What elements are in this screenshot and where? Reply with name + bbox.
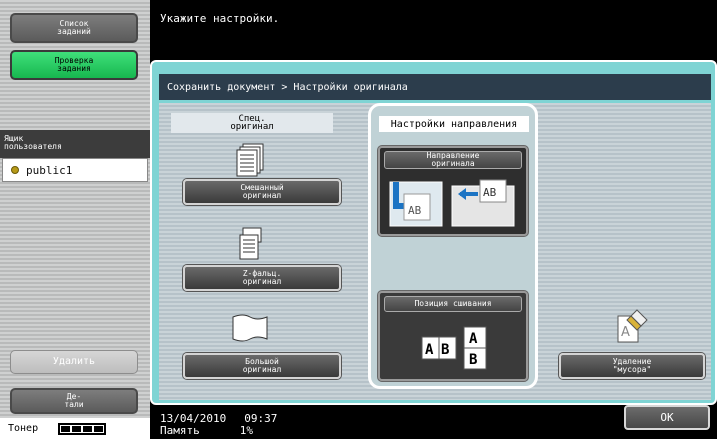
direction-settings-group: Настройки направления Направление оригин… [368, 103, 538, 389]
special-original-heading: Спец. оригинал [171, 113, 333, 133]
svg-text:A: A [425, 342, 434, 358]
toner-label: Тонер [8, 423, 39, 434]
memory-label: Память [160, 424, 200, 437]
mailbox-item-label: public1 [26, 163, 73, 177]
svg-text:B: B [441, 342, 449, 358]
toner-level-bar [58, 422, 107, 435]
left-sidebar: Список заданий Проверка задания Ящик пол… [0, 0, 150, 439]
binding-position-label: Позиция сшивания [384, 296, 522, 312]
original-orientation-label: Направление оригинала [384, 151, 522, 169]
binding-position-button[interactable]: Позиция сшивания A B A B [378, 291, 528, 381]
binding-position-icon: A B A B [421, 326, 487, 370]
svg-text:AB: AB [483, 186, 497, 199]
mixed-original-icon [236, 143, 264, 177]
large-original-icon [232, 314, 268, 342]
job-list-button[interactable]: Список заданий [10, 13, 138, 43]
memory-value: 1% [239, 424, 253, 437]
direction-settings-heading: Настройки направления [379, 116, 529, 132]
details-button[interactable]: Де- тали [10, 388, 138, 414]
erase-debris-button[interactable]: Удаление "мусора" [559, 353, 705, 379]
erase-icon: A [617, 309, 648, 343]
ok-button[interactable]: OK [624, 405, 710, 430]
settings-panel: Сохранить документ > Настройки оригинала… [150, 60, 717, 405]
svg-text:B: B [469, 352, 477, 368]
mailbox-header: Ящик пользователя [0, 130, 150, 158]
job-check-button[interactable]: Проверка задания [10, 50, 138, 80]
original-orientation-button[interactable]: Направление оригинала AB AB [378, 146, 528, 236]
mailbox-item-public1[interactable]: public1 [2, 158, 148, 182]
box-icon [11, 166, 19, 174]
toner-indicator: Тонер [0, 418, 150, 439]
svg-text:AB: AB [408, 204, 422, 217]
orientation-icon: AB AB [389, 179, 515, 227]
z-fold-original-button[interactable]: Z-фальц. оригинал [183, 265, 341, 291]
delete-button[interactable]: Удалить [10, 350, 138, 374]
svg-text:A: A [469, 331, 478, 347]
large-original-button[interactable]: Большой оригинал [183, 353, 341, 379]
instruction-message: Укажите настройки. [160, 12, 280, 25]
settings-area: Спец. оригинал Смешанный оригинал Z-фаль… [159, 103, 711, 400]
breadcrumb: Сохранить документ > Настройки оригинала [159, 74, 711, 100]
z-fold-original-icon [239, 227, 262, 260]
mixed-original-button[interactable]: Смешанный оригинал [183, 179, 341, 205]
svg-text:A: A [621, 325, 630, 340]
